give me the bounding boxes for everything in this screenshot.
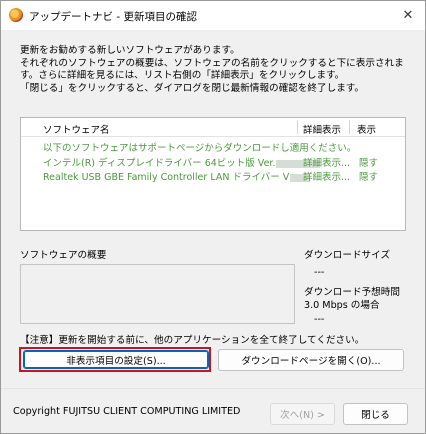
hide-link[interactable]: 隠す — [359, 155, 378, 169]
software-list[interactable]: ソフトウェア名 詳細表示 表示 以下のソフトウェアはサポートページからダウンロー… — [20, 117, 406, 231]
column-header-name[interactable]: ソフトウェア名 — [43, 122, 110, 136]
list-item-name[interactable]: インテル(R) ディスプレイドライバー 64ビット版 Ver. — [43, 155, 321, 169]
list-item[interactable]: Realtek USB GBE Family Controller LAN ドラ… — [21, 169, 405, 183]
title-bar: アップデートナビ - 更新項目の確認 ✕ — [1, 1, 425, 30]
download-speed-label: 3.0 Mbps の場合 — [304, 300, 380, 311]
detail-link[interactable]: 詳細表示... — [303, 155, 350, 169]
close-icon: ✕ — [402, 7, 414, 23]
overview-label: ソフトウェアの概要 — [20, 250, 107, 261]
notice-text: 【注意】更新を開始する前に、他のアプリケーションを全て終了してください。 — [20, 335, 365, 346]
app-logo-icon — [9, 8, 23, 22]
list-item[interactable]: インテル(R) ディスプレイドライバー 64ビット版 Ver. 詳細表示... … — [21, 155, 405, 169]
close-button[interactable]: 閉じる — [343, 403, 408, 425]
close-window-button[interactable]: ✕ — [397, 5, 419, 25]
open-download-page-button[interactable]: ダウンロードページを開く(O)... — [218, 349, 404, 371]
list-item-name: 以下のソフトウェアはサポートページからダウンロードし適用ください。 — [43, 143, 357, 154]
copyright-text: Copyright FUJITSU CLIENT COMPUTING LIMIT… — [13, 406, 241, 417]
download-time-value: --- — [314, 314, 325, 325]
overview-box — [20, 264, 295, 324]
list-item-name[interactable]: Realtek USB GBE Family Controller LAN ドラ… — [43, 169, 311, 183]
hidden-items-settings-button[interactable]: 非表示項目の設定(S)... — [23, 350, 209, 369]
footer-divider — [1, 388, 425, 389]
next-button[interactable]: 次へ(N) > — [270, 403, 335, 425]
software-list-header: ソフトウェア名 詳細表示 表示 — [21, 118, 405, 137]
column-header-display[interactable]: 表示 — [357, 122, 376, 136]
download-size-value: --- — [314, 267, 325, 278]
window-title: アップデートナビ - 更新項目の確認 — [29, 11, 197, 23]
column-header-detail[interactable]: 詳細表示 — [303, 122, 341, 136]
download-time-label: ダウンロード予想時間 — [304, 287, 400, 298]
download-size-label: ダウンロードサイズ — [304, 250, 391, 261]
description-text: 更新をお勧めする新しいソフトウェアがあります。 それぞれのソフトウェアの概要は、… — [20, 45, 404, 94]
update-navi-dialog: アップデートナビ - 更新項目の確認 ✕ 更新をお勧めする新しいソフトウェアがあ… — [0, 0, 426, 434]
detail-link[interactable]: 詳細表示... — [303, 169, 350, 183]
list-item[interactable]: 以下のソフトウェアはサポートページからダウンロードし適用ください。 — [21, 140, 405, 154]
hide-link[interactable]: 隠す — [359, 169, 378, 183]
